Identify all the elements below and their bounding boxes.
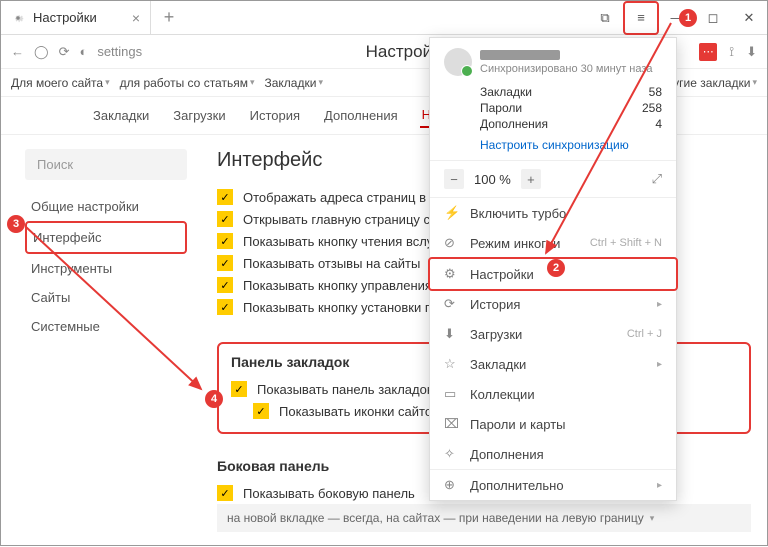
menu-bookmarks[interactable]: ☆Закладки▸ [430, 349, 676, 379]
search-input[interactable]: Поиск [25, 149, 187, 180]
menu-more[interactable]: ⊕Дополнительно▸ [430, 470, 676, 500]
tab-history[interactable]: История [248, 104, 302, 127]
menu-history[interactable]: ⟳История▸ [430, 289, 676, 319]
menu-addons[interactable]: ✧Дополнения [430, 439, 676, 469]
user-name-redacted [480, 50, 560, 60]
avatar-icon[interactable] [444, 48, 472, 76]
sidebar-item-sites[interactable]: Сайты [25, 283, 187, 312]
annotation-marker-3: 3 [7, 215, 25, 233]
side-panel-dropdown[interactable]: на новой вкладке — всегда, на сайтах — п… [217, 504, 751, 532]
zoom-row: − 100 % + ⤢ [430, 161, 676, 198]
fullscreen-icon[interactable]: ⤢ [652, 171, 662, 187]
gear-icon: ⚙ [444, 266, 460, 282]
extensions-icon[interactable]: ⟟ [729, 44, 734, 60]
annotation-marker-1: 1 [679, 9, 697, 27]
copy-icon[interactable]: ⧉ [587, 1, 623, 35]
checkbox-icon[interactable] [231, 381, 247, 397]
sync-stats: Закладки58 Пароли258 Дополнения4 [444, 84, 662, 132]
menu-turbo[interactable]: ⚡Включить турбо [430, 198, 676, 228]
menu-collections[interactable]: ▭Коллекции [430, 379, 676, 409]
url-field[interactable]: settings [97, 44, 247, 59]
configure-sync-link[interactable]: Настроить синхронизацию [444, 138, 662, 152]
zoom-in-button[interactable]: + [521, 169, 541, 189]
download-icon: ⬇ [444, 326, 460, 342]
sidebar-item-general[interactable]: Общие настройки [25, 192, 187, 221]
download-icon[interactable]: ⬇ [746, 44, 757, 60]
checkbox-icon[interactable] [217, 233, 233, 249]
browser-tab[interactable]: Настройки × [1, 1, 151, 34]
close-tab-icon[interactable]: × [132, 10, 140, 26]
zoom-level: 100 % [474, 172, 511, 187]
tab-title: Настройки [33, 10, 97, 25]
checkbox-icon[interactable] [217, 485, 233, 501]
menu-incognito[interactable]: ⊘Режим инкогниCtrl + Shift + N [430, 228, 676, 258]
bookmark-item[interactable]: Для моего сайта▾ [11, 76, 110, 90]
gear-icon [11, 11, 25, 25]
settings-sidebar: Поиск Общие настройки Интерфейс Инструме… [1, 135, 201, 545]
back-icon[interactable]: ← [11, 44, 24, 59]
history-icon: ⟳ [444, 296, 460, 312]
hamburger-menu-button[interactable]: ≡ [623, 1, 659, 35]
checkbox-icon[interactable] [217, 211, 233, 227]
bookmark-item[interactable]: Закладки▾ [265, 76, 323, 90]
menu-passwords[interactable]: ⌧Пароли и карты [430, 409, 676, 439]
sync-block: Синхронизировано 30 минут наза Закладки5… [430, 38, 676, 161]
reload-icon[interactable]: ⟳ [59, 44, 70, 60]
key-icon: ⌧ [444, 416, 460, 432]
sync-status: Синхронизировано 30 минут наза [480, 63, 653, 75]
new-tab-button[interactable]: + [151, 1, 187, 34]
bolt-icon: ⚡ [444, 205, 460, 221]
checkbox-icon[interactable] [217, 189, 233, 205]
maximize-button[interactable]: ◻ [695, 1, 731, 35]
tab-downloads[interactable]: Загрузки [171, 104, 227, 127]
sidebar-item-interface[interactable]: Интерфейс [25, 221, 187, 254]
close-window-button[interactable]: ✕ [731, 1, 767, 35]
checkbox-icon[interactable] [217, 255, 233, 271]
checkbox-icon[interactable] [217, 299, 233, 315]
shield-icon: ◐ [79, 44, 87, 59]
sidebar-item-tools[interactable]: Инструменты [25, 254, 187, 283]
collections-icon: ▭ [444, 386, 460, 402]
checkbox-icon[interactable] [217, 277, 233, 293]
title-bar: Настройки × + ⧉ ≡ — ◻ ✕ [1, 1, 767, 35]
plus-circle-icon: ⊕ [444, 477, 460, 493]
tab-bookmarks[interactable]: Закладки [91, 104, 151, 127]
annotation-marker-2: 2 [547, 259, 565, 277]
puzzle-icon: ✧ [444, 446, 460, 462]
annotation-marker-4: 4 [205, 390, 223, 408]
zoom-out-button[interactable]: − [444, 169, 464, 189]
sidebar-item-system[interactable]: Системные [25, 312, 187, 341]
star-icon: ☆ [444, 356, 460, 372]
bookmark-item[interactable]: для работы со статьям▾ [120, 76, 255, 90]
menu-downloads[interactable]: ⬇ЗагрузкиCtrl + J [430, 319, 676, 349]
incognito-icon: ⊘ [444, 235, 460, 251]
ya-icon[interactable]: ◯ [34, 44, 49, 60]
extension-badge[interactable]: ⋯ [699, 43, 717, 61]
tab-addons[interactable]: Дополнения [322, 104, 400, 127]
checkbox-icon[interactable] [253, 403, 269, 419]
